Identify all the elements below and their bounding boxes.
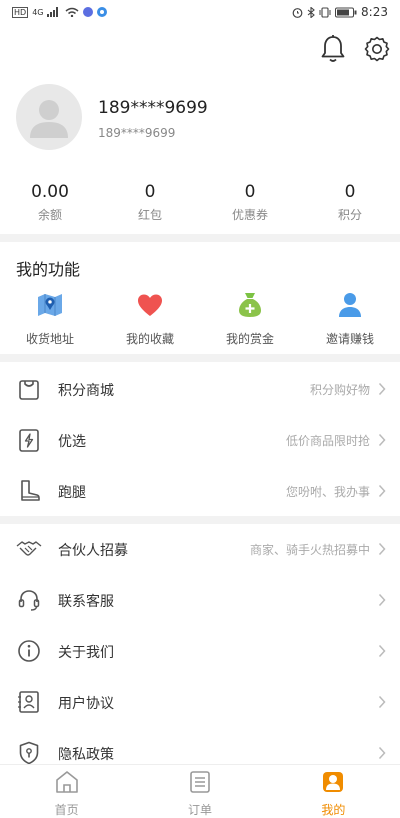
tab-orders[interactable]: 订单 (133, 765, 266, 817)
alarm-icon (292, 7, 303, 18)
tab-label: 首页 (54, 803, 79, 817)
menu-item-hint: 您吩咐、我办事 (285, 485, 370, 499)
hd-icon: HD (12, 6, 29, 18)
user-icon (323, 772, 344, 792)
chevron-right-icon (378, 484, 386, 498)
menu-item-label: 积分商城 (58, 383, 114, 399)
stat-value: 0.00 (31, 182, 69, 202)
stat-label: 优惠券 (231, 208, 268, 222)
signal-icon (47, 7, 59, 17)
user-name[interactable]: 189****9699 (98, 98, 208, 118)
bell-icon[interactable] (320, 34, 346, 64)
chevron-right-icon (378, 695, 386, 709)
vibrate-icon (319, 6, 331, 18)
shield-icon (19, 741, 39, 765)
function-label: 我的收藏 (125, 332, 174, 346)
stat-label: 积分 (337, 208, 362, 222)
menu-item-about-us[interactable]: 关于我们 (0, 626, 400, 677)
menu-item-customer-service[interactable]: 联系客服 (0, 575, 400, 626)
tab-home[interactable]: 首页 (0, 765, 133, 817)
status-bar: HD 4G 8:23 (0, 0, 400, 24)
headset-icon (18, 590, 40, 611)
menu-item-label: 合伙人招募 (58, 543, 128, 559)
stat-value: 0 (244, 182, 256, 202)
functions-grid: 收货地址 我的收藏 我的赏金 邀请赚钱 (0, 288, 400, 348)
gear-icon[interactable] (364, 36, 390, 62)
browser-notification-icon (97, 7, 108, 17)
map-icon (38, 294, 62, 316)
battery-icon (335, 7, 357, 17)
menu-item-preferred[interactable]: 优选 低价商品限时抢 (0, 415, 400, 466)
stat-value: 0 (344, 182, 356, 202)
heart-icon (138, 294, 162, 316)
info-icon (18, 640, 40, 662)
home-icon (55, 771, 78, 793)
chevron-right-icon (378, 593, 386, 607)
stat-coupon[interactable]: 0 优惠券 (200, 180, 300, 228)
default-avatar-icon (30, 100, 68, 138)
stat-label: 红包 (137, 208, 162, 222)
tab-label: 订单 (187, 803, 212, 817)
section-divider (0, 354, 400, 362)
status-bar-left: HD 4G (12, 6, 108, 18)
chevron-right-icon (378, 542, 386, 556)
function-bounty[interactable]: 我的赏金 (200, 288, 300, 348)
menu-item-points-mall[interactable]: 积分商城 积分购好物 (0, 364, 400, 415)
menu-item-label: 关于我们 (58, 645, 114, 661)
menu-item-user-agreement[interactable]: 用户协议 (0, 677, 400, 728)
shopping-bag-icon (19, 380, 39, 400)
profile-section: 189****9699 189****9699 (0, 84, 400, 164)
flash-icon (19, 429, 39, 452)
user-phone: 189****9699 (98, 126, 176, 140)
menu-group-1: 积分商城 积分购好物 优选 低价商品限时抢 跑腿 您吩咐、我办事 (0, 364, 400, 517)
section-divider (0, 516, 400, 524)
bluetooth-icon (307, 6, 315, 18)
menu-item-hint: 积分购好物 (309, 383, 370, 397)
handshake-icon (16, 541, 42, 556)
function-address[interactable]: 收货地址 (0, 288, 100, 348)
chevron-right-icon (378, 433, 386, 447)
stat-balance[interactable]: 0.00 余额 (0, 180, 100, 228)
stat-label: 余额 (37, 208, 62, 222)
section-divider (0, 234, 400, 242)
list-icon (190, 771, 210, 793)
chevron-right-icon (378, 644, 386, 658)
status-bar-right: 8:23 (292, 5, 388, 19)
function-invite[interactable]: 邀请赚钱 (300, 288, 400, 348)
stats-bar: 0.00 余额 0 红包 0 优惠券 0 积分 (0, 180, 400, 228)
menu-item-errand[interactable]: 跑腿 您吩咐、我办事 (0, 466, 400, 517)
avatar[interactable] (16, 84, 82, 150)
menu-item-hint: 商家、骑手火热招募中 (249, 543, 370, 557)
network-label: 4G (32, 7, 44, 17)
menu-item-hint: 低价商品限时抢 (285, 434, 370, 448)
tab-mine[interactable]: 我的 (267, 765, 400, 817)
chevron-right-icon (378, 382, 386, 396)
money-bag-icon (239, 293, 261, 317)
app-notification-icon (83, 7, 94, 17)
bottom-tab-bar: 首页 订单 我的 (0, 764, 400, 817)
function-favorites[interactable]: 我的收藏 (100, 288, 200, 348)
menu-item-label: 用户协议 (58, 696, 114, 712)
chevron-right-icon (378, 746, 386, 760)
functions-title: 我的功能 (16, 260, 81, 279)
boot-icon (21, 480, 40, 501)
function-label: 邀请赚钱 (325, 332, 374, 346)
top-bar (0, 28, 400, 68)
stat-points[interactable]: 0 积分 (300, 180, 400, 228)
menu-item-label: 优选 (58, 434, 86, 450)
menu-group-2: 合伙人招募 商家、骑手火热招募中 联系客服 关于我们 用户协议 隐私政策 (0, 524, 400, 779)
menu-item-label: 联系客服 (58, 594, 114, 610)
menu-item-label: 跑腿 (58, 485, 86, 501)
menu-item-partner-recruit[interactable]: 合伙人招募 商家、骑手火热招募中 (0, 524, 400, 575)
stat-value: 0 (144, 182, 156, 202)
tab-label: 我的 (321, 803, 346, 817)
stat-red-packet[interactable]: 0 红包 (100, 180, 200, 228)
function-label: 收货地址 (25, 332, 74, 346)
person-icon (339, 293, 361, 317)
wifi-icon (66, 7, 79, 17)
status-time: 8:23 (361, 5, 388, 19)
function-label: 我的赏金 (225, 332, 274, 346)
contract-icon (18, 691, 39, 713)
menu-item-label: 隐私政策 (58, 747, 114, 763)
